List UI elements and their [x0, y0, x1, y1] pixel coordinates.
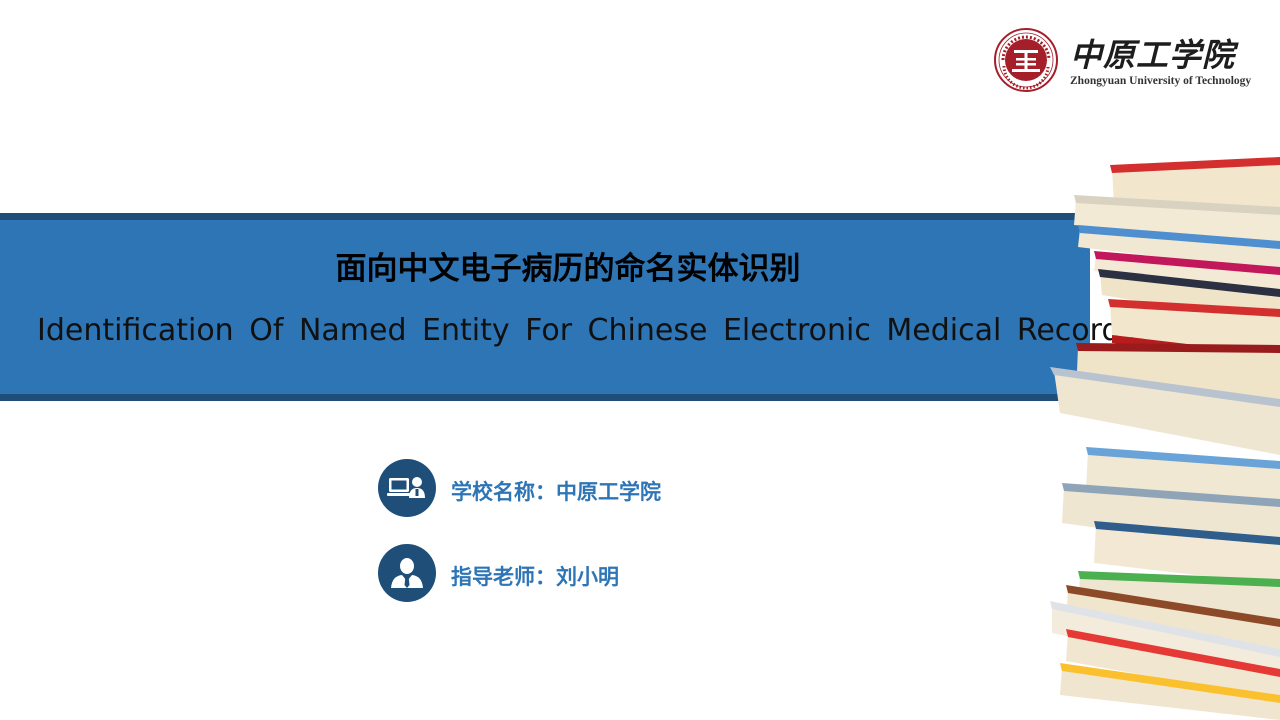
- computer-user-icon: [378, 459, 436, 517]
- university-name-en: Zhongyuan University of Technology: [1070, 75, 1252, 87]
- page-title-cn: 面向中文电子病历的命名实体识别: [335, 251, 801, 287]
- advisor-name-label: 指导老师：刘小明: [451, 565, 619, 589]
- university-logo: 中原工学院 Zhongyuan University of Technology: [994, 28, 1264, 94]
- school-name-label: 学校名称：中原工学院: [451, 480, 661, 504]
- businessman-icon: [378, 544, 436, 602]
- title-band-top-border: [0, 213, 1090, 220]
- university-seal-icon: [994, 28, 1058, 92]
- university-name-cn: 中原工学院: [1070, 36, 1236, 74]
- title-band-bottom-border: [0, 394, 1090, 401]
- page-title-en: Identification Of Named Entity For Chine…: [37, 313, 1137, 348]
- book-stack-illustration: [1050, 157, 1280, 720]
